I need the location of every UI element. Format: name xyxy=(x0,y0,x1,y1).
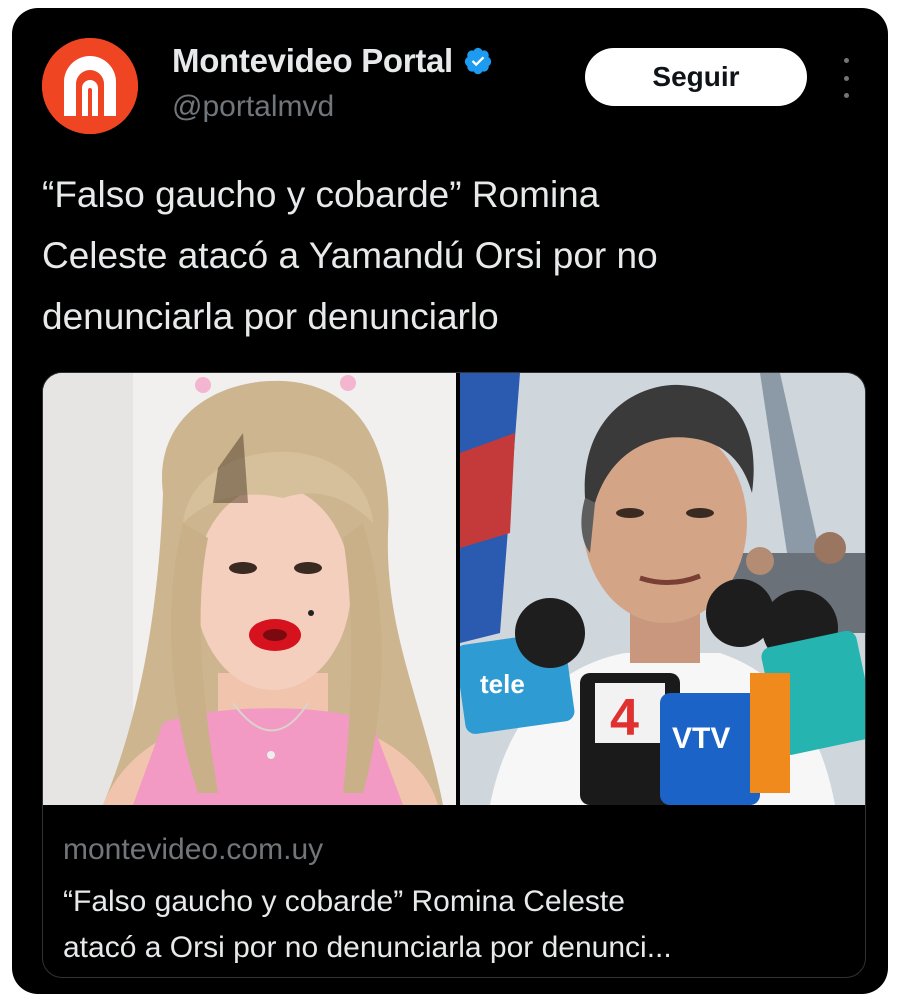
tweet-text-line: denunciarla por denunciarlo xyxy=(42,296,499,337)
link-preview-card[interactable]: tele 4 VTV montevideo.com.uy “Falso gauc… xyxy=(42,372,866,978)
yamandu-orsi-photo: tele 4 VTV xyxy=(460,373,865,805)
mic-4-label: 4 xyxy=(610,689,639,747)
tweet-text-line: “Falso gaucho y cobarde” Romina xyxy=(42,174,600,215)
account-handle[interactable]: @portalmvd xyxy=(172,90,334,124)
account-name-row: Montevideo Portal xyxy=(172,42,493,80)
more-dot xyxy=(843,75,849,81)
more-dot xyxy=(843,93,849,98)
mic-vtv-label: VTV xyxy=(672,722,730,755)
more-dot xyxy=(843,58,849,63)
link-title[interactable]: “Falso gaucho y cobarde” Romina Celeste … xyxy=(63,879,823,971)
link-preview-image[interactable]: tele 4 VTV xyxy=(43,373,865,805)
montevideo-portal-logo-icon xyxy=(42,38,138,134)
mic-tele-label: tele xyxy=(480,669,525,699)
tweet-text: “Falso gaucho y cobarde” Romina Celeste … xyxy=(42,164,822,347)
account-avatar[interactable] xyxy=(42,38,138,134)
link-title-line: “Falso gaucho y cobarde” Romina Celeste xyxy=(63,885,625,918)
more-vertical-icon[interactable] xyxy=(834,58,858,98)
account-name[interactable]: Montevideo Portal xyxy=(172,42,453,80)
romina-celeste-photo xyxy=(43,373,456,805)
verified-badge-icon xyxy=(464,47,492,75)
tweet-card: Montevideo Portal @portalmvd Seguir “Fal… xyxy=(12,8,888,994)
link-domain[interactable]: montevideo.com.uy xyxy=(63,833,323,867)
link-title-line: atacó a Orsi por no denunciarla por denu… xyxy=(63,931,672,964)
tweet-text-line: Celeste atacó a Yamandú Orsi por no xyxy=(42,235,658,276)
follow-button[interactable]: Seguir xyxy=(585,48,807,106)
